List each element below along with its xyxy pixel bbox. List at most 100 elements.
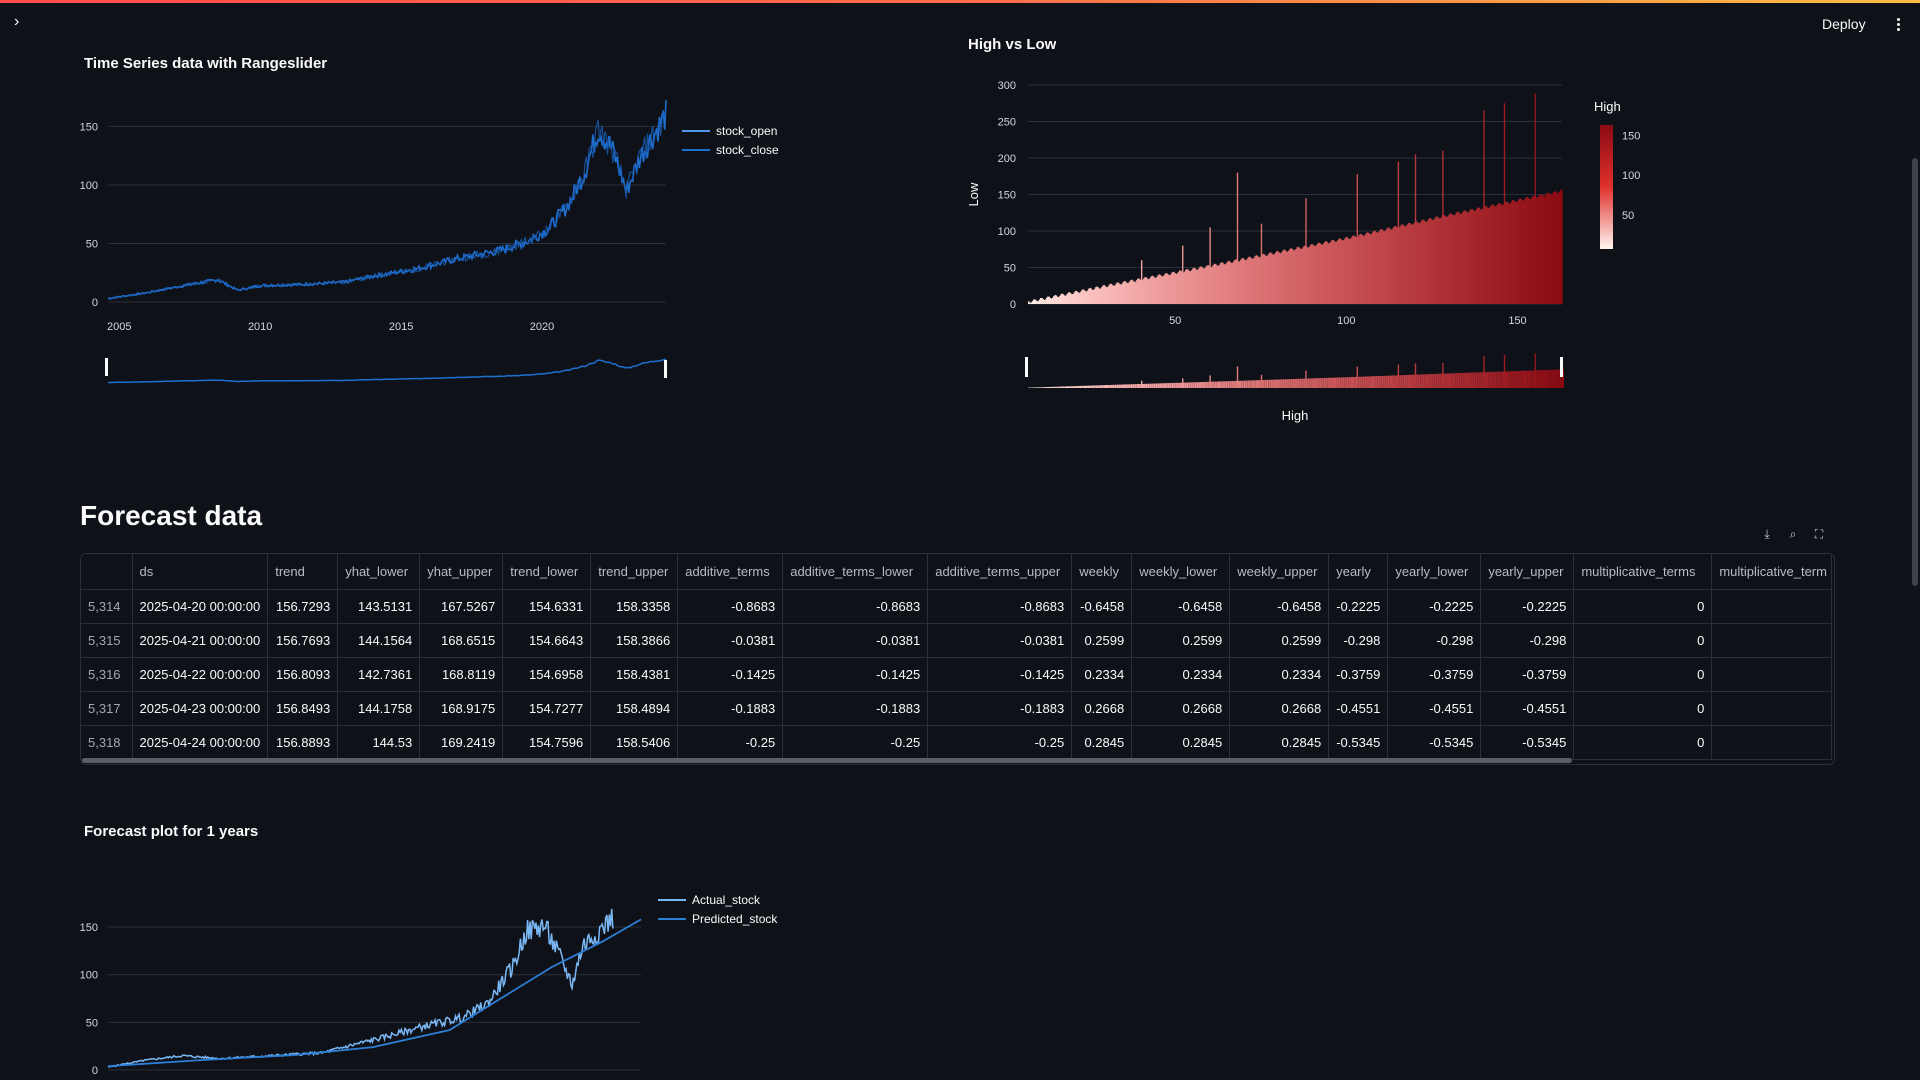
table-cell[interactable]: -0.8683: [677, 589, 784, 624]
kebab-menu-icon[interactable]: [1892, 12, 1904, 36]
column-header[interactable]: yhat_lower: [337, 554, 421, 590]
table-cell[interactable]: 144.53: [337, 725, 421, 760]
table-cell[interactable]: 154.6958: [502, 657, 592, 692]
column-header[interactable]: [81, 554, 133, 590]
table-cell[interactable]: [1711, 589, 1833, 624]
table-cell[interactable]: -0.1883: [927, 691, 1073, 726]
table-cell[interactable]: 143.5131: [337, 589, 421, 624]
table-cell[interactable]: 154.7596: [502, 725, 592, 760]
table-cell[interactable]: 0.2334: [1131, 657, 1231, 692]
deploy-button[interactable]: Deploy: [1816, 12, 1872, 36]
table-cell[interactable]: 154.6643: [502, 623, 592, 658]
fullscreen-icon[interactable]: ⛶: [1809, 524, 1829, 544]
table-cell[interactable]: 156.7293: [267, 589, 339, 624]
table-cell[interactable]: -0.1425: [677, 657, 784, 692]
table-cell[interactable]: -0.1883: [782, 691, 929, 726]
table-cell[interactable]: 158.3866: [590, 623, 679, 658]
table-cell[interactable]: 5,315: [81, 623, 133, 658]
column-header[interactable]: yearly: [1328, 554, 1389, 590]
column-header[interactable]: trend_upper: [590, 554, 679, 590]
column-header[interactable]: multiplicative_term: [1711, 554, 1833, 590]
page-vertical-scrollbar[interactable]: [1912, 158, 1918, 586]
download-icon[interactable]: ⤓: [1757, 524, 1777, 544]
table-cell[interactable]: 5,316: [81, 657, 133, 692]
hl-chart[interactable]: 0 50 100 150 200 250 300 50 100 150 Low High 50 100 15…: [950, 70, 1650, 430]
search-icon[interactable]: ⌕: [1783, 524, 1803, 544]
column-header[interactable]: weekly: [1071, 554, 1133, 590]
table-cell[interactable]: -0.3759: [1387, 657, 1482, 692]
column-header[interactable]: weekly_lower: [1131, 554, 1231, 590]
table-cell[interactable]: -0.4551: [1387, 691, 1482, 726]
table-cell[interactable]: 0.2334: [1071, 657, 1133, 692]
column-header[interactable]: yearly_upper: [1480, 554, 1575, 590]
column-header[interactable]: additive_terms_lower: [782, 554, 929, 590]
table-cell[interactable]: 168.8119: [419, 657, 504, 692]
table-cell[interactable]: -0.1425: [782, 657, 929, 692]
table-cell[interactable]: 5,314: [81, 589, 133, 624]
table-cell[interactable]: -0.8683: [927, 589, 1073, 624]
table-cell[interactable]: -0.25: [677, 725, 784, 760]
table-cell[interactable]: 0.2668: [1229, 691, 1330, 726]
chevron-right-icon[interactable]: ›: [14, 14, 30, 30]
table-horizontal-scrollbar[interactable]: [82, 758, 1572, 763]
table-cell[interactable]: 0.2845: [1071, 725, 1133, 760]
table-cell[interactable]: -0.298: [1480, 623, 1575, 658]
table-cell[interactable]: -0.2225: [1328, 589, 1389, 624]
table-cell[interactable]: -0.6458: [1229, 589, 1330, 624]
table-cell[interactable]: -0.6458: [1131, 589, 1231, 624]
table-row[interactable]: 5,316 2025-04-22 00:00:00 156.8093 142.7361…: [81, 657, 1833, 692]
table-cell[interactable]: 144.1564: [337, 623, 421, 658]
table-row[interactable]: 5,314 2025-04-20 00:00:00 156.7293 143.5131…: [81, 589, 1833, 624]
table-cell[interactable]: -0.2225: [1480, 589, 1575, 624]
table-cell[interactable]: 0.2668: [1071, 691, 1133, 726]
table-cell[interactable]: [1711, 691, 1833, 726]
table-cell[interactable]: -0.5345: [1480, 725, 1575, 760]
table-cell[interactable]: -0.4551: [1328, 691, 1389, 726]
table-cell[interactable]: -0.0381: [677, 623, 784, 658]
table-cell[interactable]: 158.4894: [590, 691, 679, 726]
table-cell[interactable]: 156.7693: [267, 623, 339, 658]
column-header[interactable]: yearly_lower: [1387, 554, 1482, 590]
table-cell[interactable]: 156.8093: [267, 657, 339, 692]
table-cell[interactable]: -0.298: [1328, 623, 1389, 658]
table-cell[interactable]: 0: [1573, 725, 1713, 760]
table-cell[interactable]: 0.2668: [1131, 691, 1231, 726]
column-header[interactable]: multiplicative_terms: [1573, 554, 1713, 590]
table-cell[interactable]: -0.2225: [1387, 589, 1482, 624]
column-header[interactable]: additive_terms_upper: [927, 554, 1073, 590]
table-cell[interactable]: 154.6331: [502, 589, 592, 624]
table-cell[interactable]: 0: [1573, 589, 1713, 624]
column-header[interactable]: weekly_upper: [1229, 554, 1330, 590]
table-cell[interactable]: -0.0381: [927, 623, 1073, 658]
table-cell[interactable]: 158.4381: [590, 657, 679, 692]
table-cell[interactable]: 5,318: [81, 725, 133, 760]
column-header[interactable]: additive_terms: [677, 554, 784, 590]
table-cell[interactable]: 156.8493: [267, 691, 339, 726]
table-cell[interactable]: -0.8683: [782, 589, 929, 624]
table-cell[interactable]: -0.5345: [1387, 725, 1482, 760]
table-cell[interactable]: 0.2845: [1131, 725, 1231, 760]
table-cell[interactable]: -0.5345: [1328, 725, 1389, 760]
table-cell[interactable]: 2025-04-22 00:00:00: [132, 657, 269, 692]
table-cell[interactable]: -0.6458: [1071, 589, 1133, 624]
table-cell[interactable]: 0.2599: [1131, 623, 1231, 658]
table-cell[interactable]: 0.2599: [1229, 623, 1330, 658]
table-cell[interactable]: -0.1425: [927, 657, 1073, 692]
table-cell[interactable]: 2025-04-20 00:00:00: [132, 589, 269, 624]
table-cell[interactable]: 0: [1573, 691, 1713, 726]
table-cell[interactable]: 0: [1573, 657, 1713, 692]
table-cell[interactable]: -0.0381: [782, 623, 929, 658]
forecast-chart[interactable]: 0 50 100 150 Actual_stock Predicted_stock: [70, 880, 810, 1080]
table-cell[interactable]: 167.5267: [419, 589, 504, 624]
table-cell[interactable]: -0.25: [782, 725, 929, 760]
table-cell[interactable]: 168.9175: [419, 691, 504, 726]
table-cell[interactable]: 169.2419: [419, 725, 504, 760]
table-cell[interactable]: -0.4551: [1480, 691, 1575, 726]
table-cell[interactable]: -0.3759: [1480, 657, 1575, 692]
table-cell[interactable]: 158.3358: [590, 589, 679, 624]
table-cell[interactable]: 5,317: [81, 691, 133, 726]
column-header[interactable]: ds: [132, 554, 269, 590]
table-cell[interactable]: [1711, 725, 1833, 760]
table-cell[interactable]: 158.5406: [590, 725, 679, 760]
table-cell[interactable]: -0.25: [927, 725, 1073, 760]
